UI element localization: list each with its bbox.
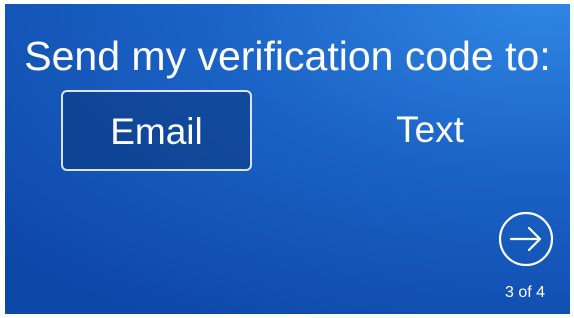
email-option-button[interactable]: Email bbox=[61, 90, 252, 171]
text-option-button[interactable]: Text bbox=[335, 90, 525, 171]
arrow-right-circle-icon bbox=[498, 211, 554, 267]
next-button[interactable] bbox=[498, 211, 554, 267]
verification-screen: Send my verification code to: Email Text… bbox=[5, 4, 570, 314]
page-indicator: 3 of 4 bbox=[504, 284, 546, 301]
page-title: Send my verification code to: bbox=[24, 33, 551, 79]
